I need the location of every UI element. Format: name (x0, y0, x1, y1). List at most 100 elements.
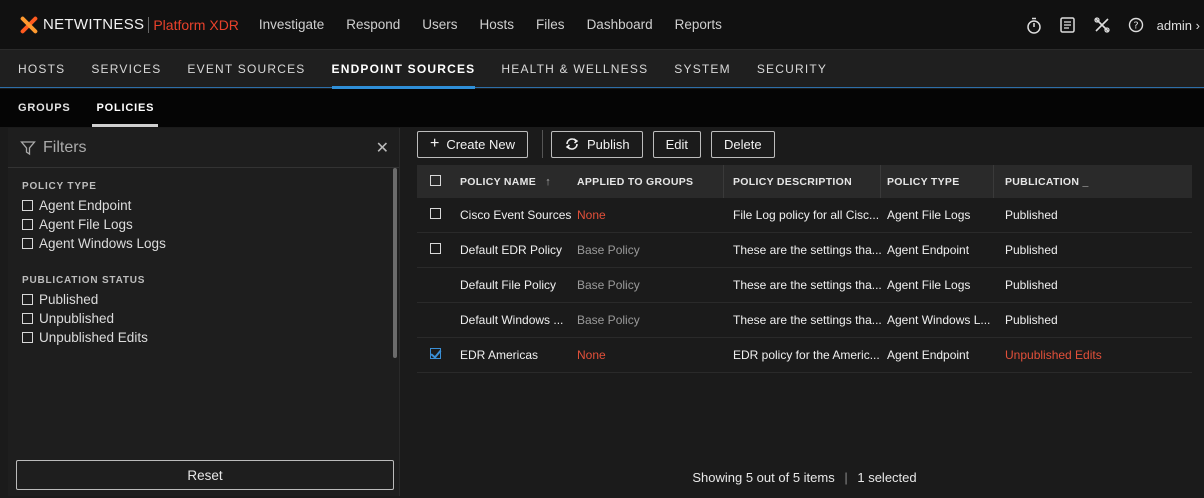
brand-subtitle: Platform XDR (153, 16, 239, 33)
select-all-checkbox[interactable] (430, 174, 447, 189)
checkbox[interactable] (22, 219, 33, 230)
column-publication-status[interactable]: PUBLICATION _ (1005, 176, 1145, 188)
checkbox[interactable] (22, 294, 33, 305)
policy-description: EDR policy for the Americ... (733, 348, 880, 362)
svg-text:?: ? (1133, 21, 1138, 32)
policy-type: Agent Endpoint (887, 348, 970, 362)
policy-name[interactable]: Default Windows ... (460, 313, 572, 327)
subnav-system[interactable]: SYSTEM (674, 50, 731, 88)
row-checkbox[interactable] (430, 348, 447, 362)
table-row[interactable]: Cisco Event Sources None File Log policy… (417, 198, 1192, 233)
table-row[interactable]: Default Windows ... Base Policy These ar… (417, 303, 1192, 338)
nav-investigate[interactable]: Investigate (259, 17, 324, 32)
publication-status: Published (1005, 243, 1058, 257)
filters-title: Filters (43, 138, 87, 156)
policy-name[interactable]: Cisco Event Sources (460, 208, 572, 222)
column-policy-type[interactable]: POLICY TYPE (887, 176, 992, 188)
applied-groups: Base Policy (577, 243, 640, 257)
column-divider[interactable] (723, 165, 724, 198)
filter-agent-file-logs[interactable]: Agent File Logs (22, 215, 399, 234)
policy-type-label: POLICY TYPE (22, 181, 97, 192)
nav-dashboard[interactable]: Dashboard (587, 17, 653, 32)
filter-option-label: Unpublished Edits (39, 330, 148, 345)
toolbar-divider (541, 130, 543, 158)
tools-icon[interactable] (1085, 0, 1119, 50)
filters-panel: Filters ✕ POLICY TYPE Agent Endpoint Age… (8, 128, 400, 496)
user-name: admin (1156, 17, 1193, 33)
subnav-event-sources[interactable]: EVENT SOURCES (187, 50, 305, 88)
top-bar: NETWITNESS Platform XDR Investigate Resp… (0, 0, 1204, 50)
subnav-health-wellness[interactable]: HEALTH & WELLNESS (501, 50, 648, 88)
tab-policies[interactable]: POLICIES (92, 89, 158, 127)
netwitness-logo-icon (18, 14, 40, 36)
filter-option-label: Unpublished (39, 311, 115, 326)
subnav-hosts[interactable]: HOSTS (18, 50, 65, 88)
close-icon[interactable]: ✕ (376, 138, 389, 158)
sync-icon (565, 138, 579, 150)
nav-respond[interactable]: Respond (346, 17, 400, 32)
table-row[interactable]: EDR Americas None EDR policy for the Ame… (417, 338, 1192, 373)
applied-groups: Base Policy (577, 313, 640, 327)
filters-header: Filters ✕ (8, 128, 399, 168)
table-row[interactable]: Default File Policy Base Policy These ar… (417, 268, 1192, 303)
reset-button[interactable]: Reset (16, 460, 394, 490)
column-divider[interactable] (993, 165, 994, 198)
policy-name[interactable]: Default EDR Policy (460, 243, 572, 257)
filter-agent-endpoint[interactable]: Agent Endpoint (22, 196, 399, 215)
publication-status: Unpublished Edits (1005, 348, 1102, 362)
table-row[interactable]: Default EDR Policy Base Policy These are… (417, 233, 1192, 268)
filter-option-label: Published (39, 292, 99, 307)
checkbox[interactable] (22, 332, 33, 343)
column-divider[interactable] (880, 165, 881, 198)
column-policy-name[interactable]: POLICY NAME ↑ (460, 176, 572, 188)
row-checkbox[interactable] (430, 243, 447, 257)
delete-button[interactable]: Delete (711, 130, 775, 158)
filter-unpublished-edits[interactable]: Unpublished Edits (22, 328, 399, 347)
subnav-services[interactable]: SERVICES (91, 50, 161, 88)
checkbox[interactable] (22, 200, 33, 211)
filter-agent-windows-logs[interactable]: Agent Windows Logs (22, 234, 399, 253)
nav-files[interactable]: Files (536, 17, 565, 32)
plus-icon: + (430, 135, 440, 152)
nav-hosts[interactable]: Hosts (480, 17, 515, 32)
create-new-button[interactable]: + Create New (417, 130, 528, 158)
table-footer: Showing 5 out of 5 items | 1 selected (417, 470, 1192, 485)
publish-button[interactable]: Publish (550, 130, 643, 158)
applied-groups: None (577, 208, 606, 222)
policy-description: These are the settings tha... (733, 243, 882, 257)
column-policy-description[interactable]: POLICY DESCRIPTION (733, 176, 883, 188)
checkbox[interactable] (22, 313, 33, 324)
column-applied-to-groups[interactable]: APPLIED TO GROUPS (577, 176, 725, 188)
filter-option-label: Agent Windows Logs (39, 236, 166, 251)
nav-reports[interactable]: Reports (675, 17, 722, 32)
policy-name[interactable]: EDR Americas (460, 348, 572, 362)
create-new-label: Create New (446, 136, 515, 152)
policy-type: Agent Endpoint (887, 243, 970, 257)
selected-count: 1 selected (857, 470, 917, 485)
subnav-security[interactable]: SECURITY (757, 50, 827, 88)
logo[interactable]: NETWITNESS Platform XDR (18, 14, 239, 36)
edit-button[interactable]: Edit (652, 130, 702, 158)
subnav-endpoint-sources[interactable]: ENDPOINT SOURCES (331, 50, 476, 89)
table-header: POLICY NAME ↑ APPLIED TO GROUPS POLICY D… (417, 165, 1192, 198)
row-checkbox[interactable] (430, 208, 447, 222)
applied-groups: None (577, 348, 606, 362)
app-window: NETWITNESS Platform XDR Investigate Resp… (0, 0, 1204, 498)
nav-users[interactable]: Users (422, 17, 457, 32)
tab-groups[interactable]: GROUPS (18, 89, 70, 127)
filter-published[interactable]: Published (22, 290, 399, 309)
admin-subnav: HOSTS SERVICES EVENT SOURCES ENDPOINT SO… (0, 50, 1204, 89)
filter-icon (20, 140, 36, 155)
filter-unpublished[interactable]: Unpublished (22, 309, 399, 328)
stopwatch-icon[interactable] (1017, 0, 1051, 50)
main-nav: Investigate Respond Users Hosts Files Da… (259, 17, 744, 32)
notes-icon[interactable] (1051, 0, 1085, 50)
brand-name: NETWITNESS (43, 16, 145, 33)
filters-scrollbar[interactable] (393, 168, 397, 358)
publication-status: Published (1005, 208, 1058, 222)
user-menu[interactable]: admin › (1157, 18, 1200, 33)
help-icon[interactable]: ? (1119, 0, 1153, 50)
policy-name[interactable]: Default File Policy (460, 278, 572, 292)
checkbox[interactable] (22, 238, 33, 249)
applied-groups: Base Policy (577, 278, 640, 292)
